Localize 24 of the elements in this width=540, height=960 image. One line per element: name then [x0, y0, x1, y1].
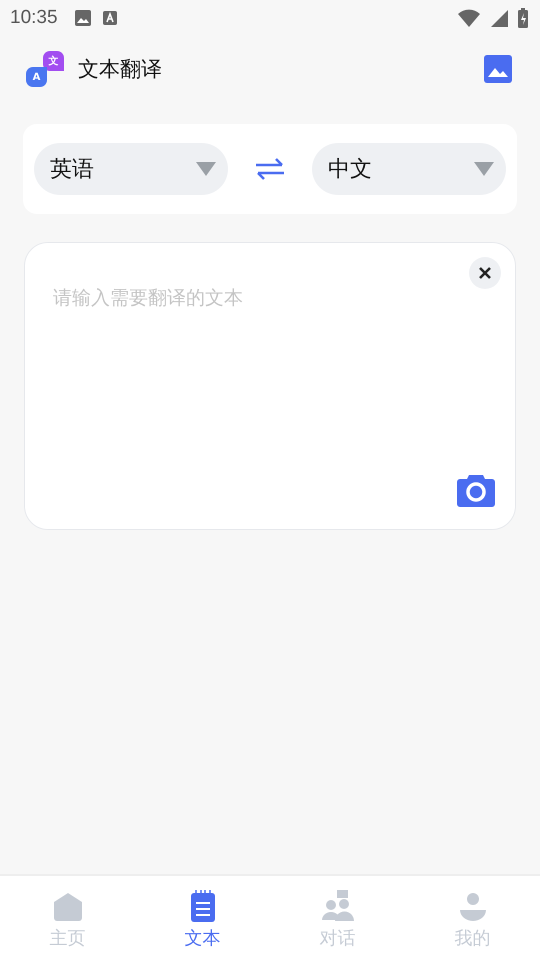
camera-icon[interactable]	[457, 473, 495, 507]
target-language-dropdown[interactable]: 中文	[312, 143, 506, 195]
signal-icon	[490, 9, 508, 27]
image-icon[interactable]	[484, 55, 512, 83]
text-input-box[interactable]: 请输入需要翻译的文本	[24, 242, 516, 530]
notification-icon	[102, 10, 118, 26]
notepad-icon	[190, 890, 214, 922]
swap-icon[interactable]	[254, 157, 286, 181]
wifi-icon	[458, 9, 480, 27]
battery-icon	[518, 8, 528, 28]
dropdown-icon	[196, 162, 216, 176]
clear-button[interactable]	[469, 257, 501, 289]
app-logo: 文 A	[26, 51, 64, 87]
nav-tab[interactable]: 文本	[135, 876, 270, 960]
user-icon	[460, 892, 486, 922]
page-title: 文本翻译	[78, 56, 162, 83]
home-icon	[52, 892, 82, 922]
status-time: 10:35	[10, 7, 58, 29]
close-icon	[478, 266, 492, 280]
dropdown-icon	[474, 162, 494, 176]
people-chat-icon	[322, 890, 354, 922]
text-input-field[interactable]: 请输入需要翻译的文本	[51, 283, 455, 487]
image-icon	[74, 9, 92, 27]
source-language-dropdown[interactable]: 英语	[34, 143, 228, 195]
